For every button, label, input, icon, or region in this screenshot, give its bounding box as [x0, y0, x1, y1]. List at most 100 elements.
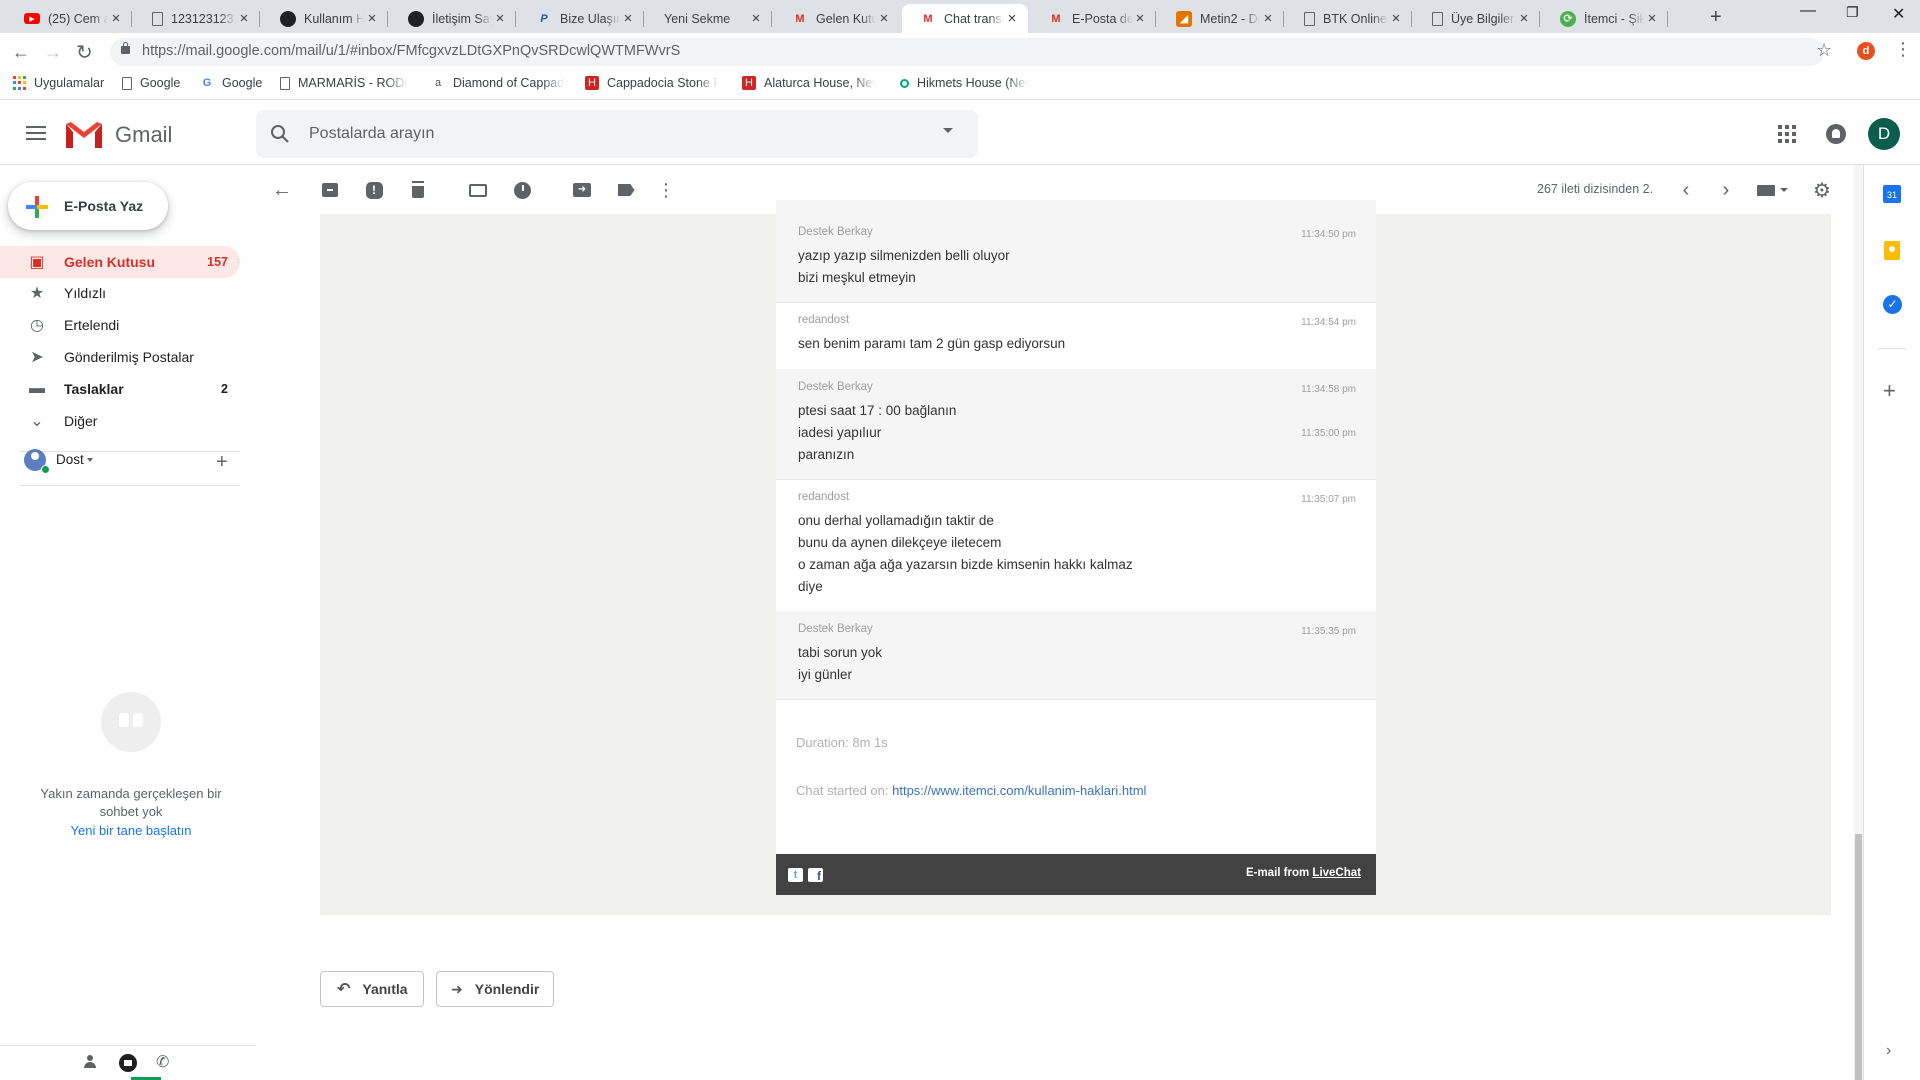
browser-tab[interactable]: Üye Bilgileri × — [1414, 4, 1540, 33]
bookmark-item[interactable]: Uygulamalar — [12, 76, 104, 90]
profile-avatar[interactable]: d — [1857, 42, 1875, 60]
tab-close-icon[interactable]: × — [620, 10, 636, 27]
scrollbar-thumb[interactable] — [1855, 834, 1862, 1080]
label-icon[interactable] — [616, 180, 636, 200]
browser-tab[interactable]: M Gelen Kutusu× — [774, 4, 900, 33]
tab-close-icon[interactable]: × — [492, 10, 508, 27]
calendar-icon[interactable]: 31 — [1883, 185, 1901, 203]
tab-close-icon[interactable]: × — [236, 10, 252, 27]
bookmark-item[interactable]: Hikmets House (Nevşehir) — [897, 76, 1029, 90]
ring-icon — [900, 78, 909, 88]
bookmark-item[interactable]: Google — [122, 76, 180, 90]
back-to-inbox-icon[interactable]: ← — [272, 179, 292, 201]
search-icon[interactable] — [270, 124, 290, 144]
archive-icon[interactable] — [320, 180, 340, 200]
browser-tab[interactable]: İletişim Sayfası× — [390, 4, 516, 33]
tab-close-icon[interactable]: × — [1260, 10, 1276, 27]
browser-tab[interactable]: Kullanım Hakları× — [262, 4, 388, 33]
tab-close-icon[interactable]: × — [1004, 10, 1020, 27]
gmail-wordmark[interactable]: Gmail — [115, 122, 172, 148]
notifications-icon[interactable] — [1826, 124, 1846, 144]
tasks-icon[interactable]: ✓ — [1883, 295, 1902, 314]
chat-message-time: 11:34:58 pm — [1301, 384, 1356, 395]
search-options-icon[interactable] — [943, 128, 953, 133]
report-spam-icon[interactable]: ! — [364, 180, 384, 200]
move-to-icon[interactable]: ➜ — [572, 180, 592, 200]
account-avatar[interactable]: D — [1868, 118, 1900, 150]
google-apps-icon[interactable] — [1778, 125, 1796, 143]
browser-tab[interactable]: BTK Online Şikayet× — [1286, 4, 1412, 33]
tab-close-icon[interactable]: × — [1644, 10, 1660, 27]
sidebar-item[interactable]: ★ Yıldızlı — [0, 277, 240, 309]
contacts-icon[interactable] — [84, 1055, 96, 1069]
sidebar-item[interactable]: ⌄ Diğer — [0, 405, 240, 437]
bookmark-item[interactable]: H Cappadocia Stone Palace — [585, 76, 719, 90]
tab-close-icon[interactable]: × — [748, 10, 764, 27]
show-panel-icon[interactable]: › — [1886, 1042, 1891, 1060]
browser-tab[interactable]: ⟳ İtemci - Şikayet× — [1542, 4, 1668, 33]
tab-close-icon[interactable]: × — [364, 10, 380, 27]
browser-tab[interactable]: 1231231231 × — [134, 4, 260, 33]
hangouts-chat-icon[interactable] — [119, 1054, 137, 1072]
chat-started-link[interactable]: https://www.itemci.com/kullanim-haklari.… — [892, 783, 1146, 798]
tab-close-icon[interactable]: × — [876, 10, 892, 27]
back-icon[interactable]: ← — [12, 42, 30, 63]
facebook-icon[interactable]: f — [808, 868, 823, 883]
keep-icon[interactable] — [1884, 241, 1900, 260]
close-window-button[interactable]: ✕ — [1892, 4, 1905, 24]
status-dropdown-icon[interactable] — [87, 458, 93, 462]
sidebar-item[interactable]: ▣ Gelen Kutusu 157 — [0, 246, 240, 278]
bookmark-item[interactable]: G Google — [200, 76, 263, 90]
phone-icon[interactable]: ✆ — [156, 1052, 169, 1072]
main-menu-icon[interactable] — [26, 126, 46, 140]
snooze-icon[interactable] — [512, 180, 532, 200]
more-actions-icon[interactable]: ⋮ — [656, 180, 676, 200]
gmail-logo-icon[interactable] — [64, 120, 104, 150]
sidebar-item[interactable]: ➤ Gönderilmiş Postalar — [0, 341, 240, 373]
bookmark-item[interactable]: a Diamond of Cappadocia — [431, 76, 565, 90]
browser-tab[interactable]: ◢ Metin2 - Destek× — [1158, 4, 1284, 33]
tab-title: BTK Online Şikayet — [1323, 11, 1388, 26]
search-input[interactable]: Postalarda arayın — [309, 125, 434, 143]
tab-close-icon[interactable]: × — [1516, 10, 1532, 27]
browser-tab[interactable]: Yeni Sekme × — [646, 4, 772, 33]
chat-message-author: Destek Berkay — [798, 226, 873, 238]
url-text[interactable]: https://mail.google.com/mail/u/1/#inbox/… — [142, 43, 680, 59]
bookmark-item[interactable]: H Alaturca House, Nevşehir — [742, 76, 876, 90]
sidebar-item[interactable]: ◷ Ertelendi — [0, 309, 240, 341]
restore-button[interactable]: ❐ — [1846, 4, 1859, 21]
bookmark-item[interactable]: MARMARİS - RODOS — [280, 76, 408, 90]
sidebar-item[interactable]: ▬ Taslaklar 2 — [0, 373, 240, 405]
start-chat-link[interactable]: Yeni bir tane başlatın — [0, 823, 262, 838]
get-addons-icon[interactable]: + — [1883, 380, 1896, 402]
browser-tab[interactable]: ▶ (25) Cem atakan× — [6, 4, 132, 33]
input-tools-icon[interactable] — [1752, 180, 1792, 200]
forward-icon[interactable]: → — [44, 42, 62, 63]
settings-gear-icon[interactable]: ⚙ — [1812, 180, 1832, 202]
compose-button[interactable]: E-Posta Yaz — [8, 182, 168, 230]
tab-close-icon[interactable]: × — [108, 10, 124, 27]
browser-tab[interactable]: P Bize Ulaşın - PayPal× — [518, 4, 644, 33]
draft-icon: ▬ — [29, 380, 45, 397]
twitter-icon[interactable]: t — [788, 868, 803, 882]
reply-button[interactable]: ↶ Yanıtla — [320, 971, 424, 1007]
new-chat-icon[interactable]: + — [216, 452, 228, 472]
browser-tab[interactable]: M Chat transcript× — [902, 4, 1028, 33]
reload-icon[interactable]: ↻ — [76, 40, 93, 65]
mark-unread-icon[interactable] — [468, 180, 488, 200]
hangouts-user[interactable]: Dost — [56, 452, 84, 467]
tab-close-icon[interactable]: × — [1388, 10, 1404, 27]
tab-close-icon[interactable]: × — [1132, 10, 1148, 27]
browser-tab[interactable]: M E-Posta değişikliği× — [1030, 4, 1156, 33]
bookmark-label: Diamond of Cappadocia — [453, 76, 565, 90]
forward-button[interactable]: ➜ Yönlendir — [436, 971, 554, 1007]
chat-message-time: 11:34:50 pm — [1301, 229, 1356, 240]
livechat-link[interactable]: LiveChat — [1312, 867, 1361, 879]
newer-icon[interactable]: ‹ — [1676, 179, 1696, 201]
new-tab-button[interactable]: + — [1710, 6, 1722, 29]
older-icon[interactable]: › — [1716, 179, 1736, 201]
minimize-button[interactable]: — — [1800, 2, 1816, 20]
bookmark-star-icon[interactable]: ☆ — [1816, 40, 1832, 61]
delete-icon[interactable] — [408, 180, 428, 200]
browser-menu-icon[interactable]: ⋮ — [1894, 40, 1912, 58]
